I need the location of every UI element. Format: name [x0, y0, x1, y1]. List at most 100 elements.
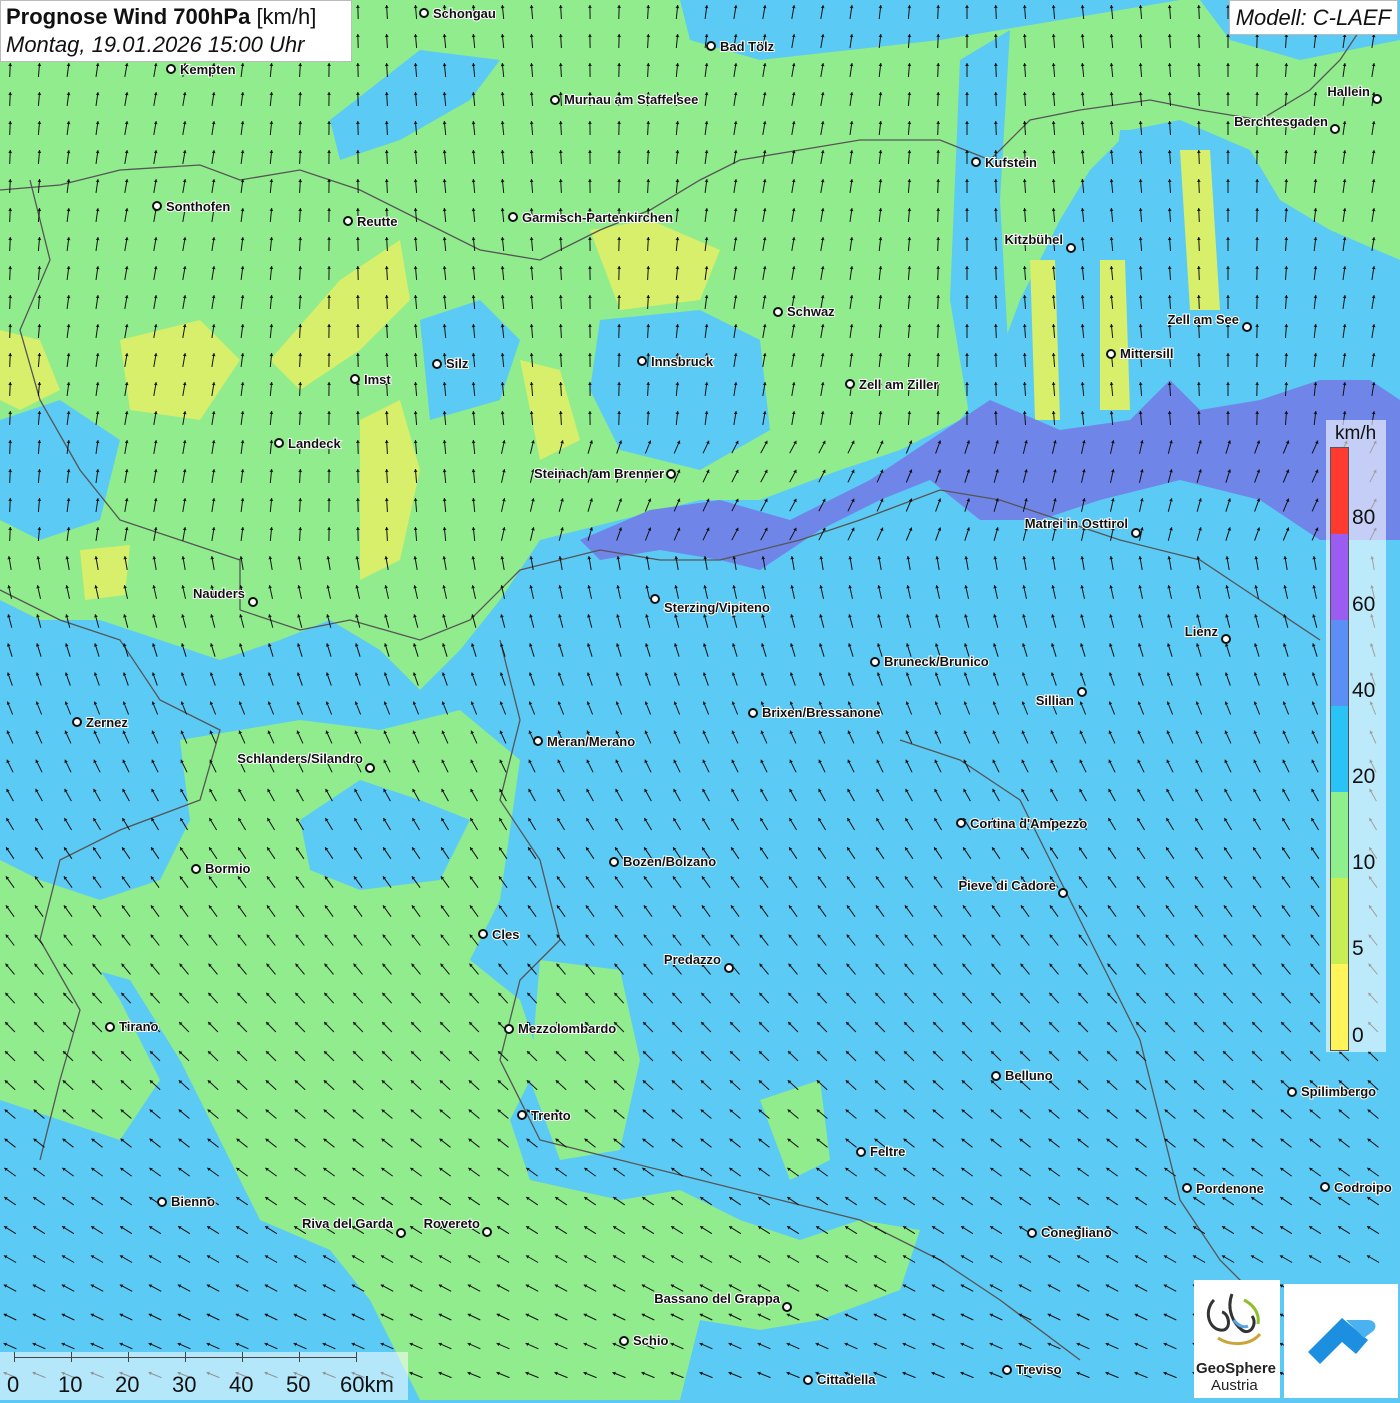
city-label[interactable]: Cittadella — [817, 1372, 876, 1387]
city-marker[interactable] — [1288, 1088, 1296, 1096]
city-label[interactable]: Spilimbergo — [1301, 1084, 1376, 1099]
city-label[interactable]: Tirano — [119, 1019, 159, 1034]
city-marker[interactable] — [620, 1337, 628, 1345]
city-marker[interactable] — [1107, 350, 1115, 358]
city-label[interactable]: Bozen/Bolzano — [623, 854, 716, 869]
city-marker[interactable] — [707, 42, 715, 50]
city-label[interactable]: Trento — [531, 1108, 571, 1123]
city-marker[interactable] — [1373, 95, 1381, 103]
city-label[interactable]: Sterzing/Vipiteno — [664, 600, 770, 615]
city-marker[interactable] — [344, 217, 352, 225]
city-marker[interactable] — [420, 9, 428, 17]
city-marker[interactable] — [1059, 889, 1067, 897]
city-label[interactable]: Silz — [446, 356, 469, 371]
city-label[interactable]: Schlanders/Silandro — [237, 751, 363, 766]
city-label[interactable]: Zernez — [86, 715, 128, 730]
city-label[interactable]: Bormio — [205, 861, 251, 876]
city-marker[interactable] — [725, 964, 733, 972]
city-marker[interactable] — [351, 375, 359, 383]
city-marker[interactable] — [73, 718, 81, 726]
city-label[interactable]: Kempten — [180, 62, 236, 77]
city-marker[interactable] — [249, 598, 257, 606]
city-marker[interactable] — [857, 1148, 865, 1156]
city-label[interactable]: Mezzolombardo — [518, 1021, 616, 1036]
weather-app-logo[interactable] — [1284, 1284, 1398, 1398]
city-label[interactable]: Mittersill — [1120, 346, 1173, 361]
city-marker[interactable] — [509, 213, 517, 221]
city-label[interactable]: Belluno — [1005, 1068, 1053, 1083]
city-marker[interactable] — [846, 380, 854, 388]
city-label[interactable]: Bassano del Grappa — [654, 1291, 780, 1306]
city-marker[interactable] — [1067, 244, 1075, 252]
city-label[interactable]: Feltre — [870, 1144, 905, 1159]
city-marker[interactable] — [483, 1228, 491, 1236]
city-label[interactable]: Pieve di Cadore — [958, 878, 1056, 893]
city-marker[interactable] — [638, 357, 646, 365]
city-marker[interactable] — [1222, 635, 1230, 643]
city-marker[interactable] — [1243, 323, 1251, 331]
city-marker[interactable] — [667, 470, 675, 478]
city-marker[interactable] — [192, 865, 200, 873]
city-marker[interactable] — [871, 658, 879, 666]
city-label[interactable]: Conegliano — [1041, 1225, 1112, 1240]
city-label[interactable]: Bad Tölz — [720, 39, 775, 54]
city-label[interactable]: Sonthofen — [166, 199, 230, 214]
city-marker[interactable] — [651, 595, 659, 603]
city-marker[interactable] — [774, 308, 782, 316]
city-label[interactable]: Garmisch-Partenkirchen — [522, 210, 673, 225]
city-marker[interactable] — [153, 202, 161, 210]
city-label[interactable]: Reutte — [357, 214, 397, 229]
city-label[interactable]: Zell am Ziller — [859, 377, 938, 392]
city-marker[interactable] — [957, 819, 965, 827]
city-marker[interactable] — [749, 709, 757, 717]
city-label[interactable]: Cortina d'Ampezzo — [970, 816, 1087, 831]
city-marker[interactable] — [275, 439, 283, 447]
city-marker[interactable] — [534, 737, 542, 745]
city-label[interactable]: Innsbruck — [651, 354, 714, 369]
city-marker[interactable] — [158, 1198, 166, 1206]
city-label[interactable]: Brixen/Bressanone — [762, 705, 881, 720]
city-label[interactable]: Predazzo — [664, 952, 721, 967]
city-label[interactable]: Matrei in Osttirol — [1025, 516, 1128, 531]
city-label[interactable]: Berchtesgaden — [1234, 114, 1328, 129]
city-label[interactable]: Schongau — [433, 6, 496, 21]
city-label[interactable]: Cles — [492, 927, 519, 942]
city-marker[interactable] — [804, 1376, 812, 1384]
city-label[interactable]: Kufstein — [985, 155, 1037, 170]
city-label[interactable]: Pordenone — [1196, 1181, 1264, 1196]
city-label[interactable]: Meran/Merano — [547, 734, 635, 749]
city-label[interactable]: Bienno — [171, 1194, 215, 1209]
city-label[interactable]: Nauders — [193, 586, 245, 601]
city-marker[interactable] — [479, 930, 487, 938]
city-label[interactable]: Murnau am Staffelsee — [564, 92, 698, 107]
city-marker[interactable] — [366, 764, 374, 772]
city-label[interactable]: Riva del Garda — [302, 1216, 394, 1231]
city-marker[interactable] — [610, 858, 618, 866]
city-label[interactable]: Steinach am Brenner — [534, 466, 664, 481]
city-marker[interactable] — [1321, 1183, 1329, 1191]
city-marker[interactable] — [783, 1303, 791, 1311]
city-label[interactable]: Hallein — [1327, 84, 1370, 99]
city-marker[interactable] — [1003, 1366, 1011, 1374]
city-label[interactable]: Rovereto — [424, 1216, 480, 1231]
city-marker[interactable] — [505, 1025, 513, 1033]
city-label[interactable]: Codroipo — [1334, 1180, 1392, 1195]
city-marker[interactable] — [433, 360, 441, 368]
city-label[interactable]: Schwaz — [787, 304, 835, 319]
city-marker[interactable] — [167, 65, 175, 73]
geosphere-logo[interactable]: GeoSphere Austria — [1194, 1280, 1280, 1398]
city-marker[interactable] — [1132, 529, 1140, 537]
city-label[interactable]: Landeck — [288, 436, 342, 451]
city-label[interactable]: Zell am See — [1167, 312, 1239, 327]
city-label[interactable]: Sillian — [1036, 693, 1074, 708]
city-marker[interactable] — [1183, 1184, 1191, 1192]
city-marker[interactable] — [1331, 125, 1339, 133]
city-marker[interactable] — [397, 1229, 405, 1237]
city-marker[interactable] — [518, 1111, 526, 1119]
city-label[interactable]: Bruneck/Brunico — [884, 654, 989, 669]
city-label[interactable]: Lienz — [1185, 624, 1219, 639]
city-label[interactable]: Treviso — [1016, 1362, 1062, 1377]
city-label[interactable]: Schio — [633, 1333, 668, 1348]
city-marker[interactable] — [106, 1023, 114, 1031]
city-marker[interactable] — [1078, 688, 1086, 696]
